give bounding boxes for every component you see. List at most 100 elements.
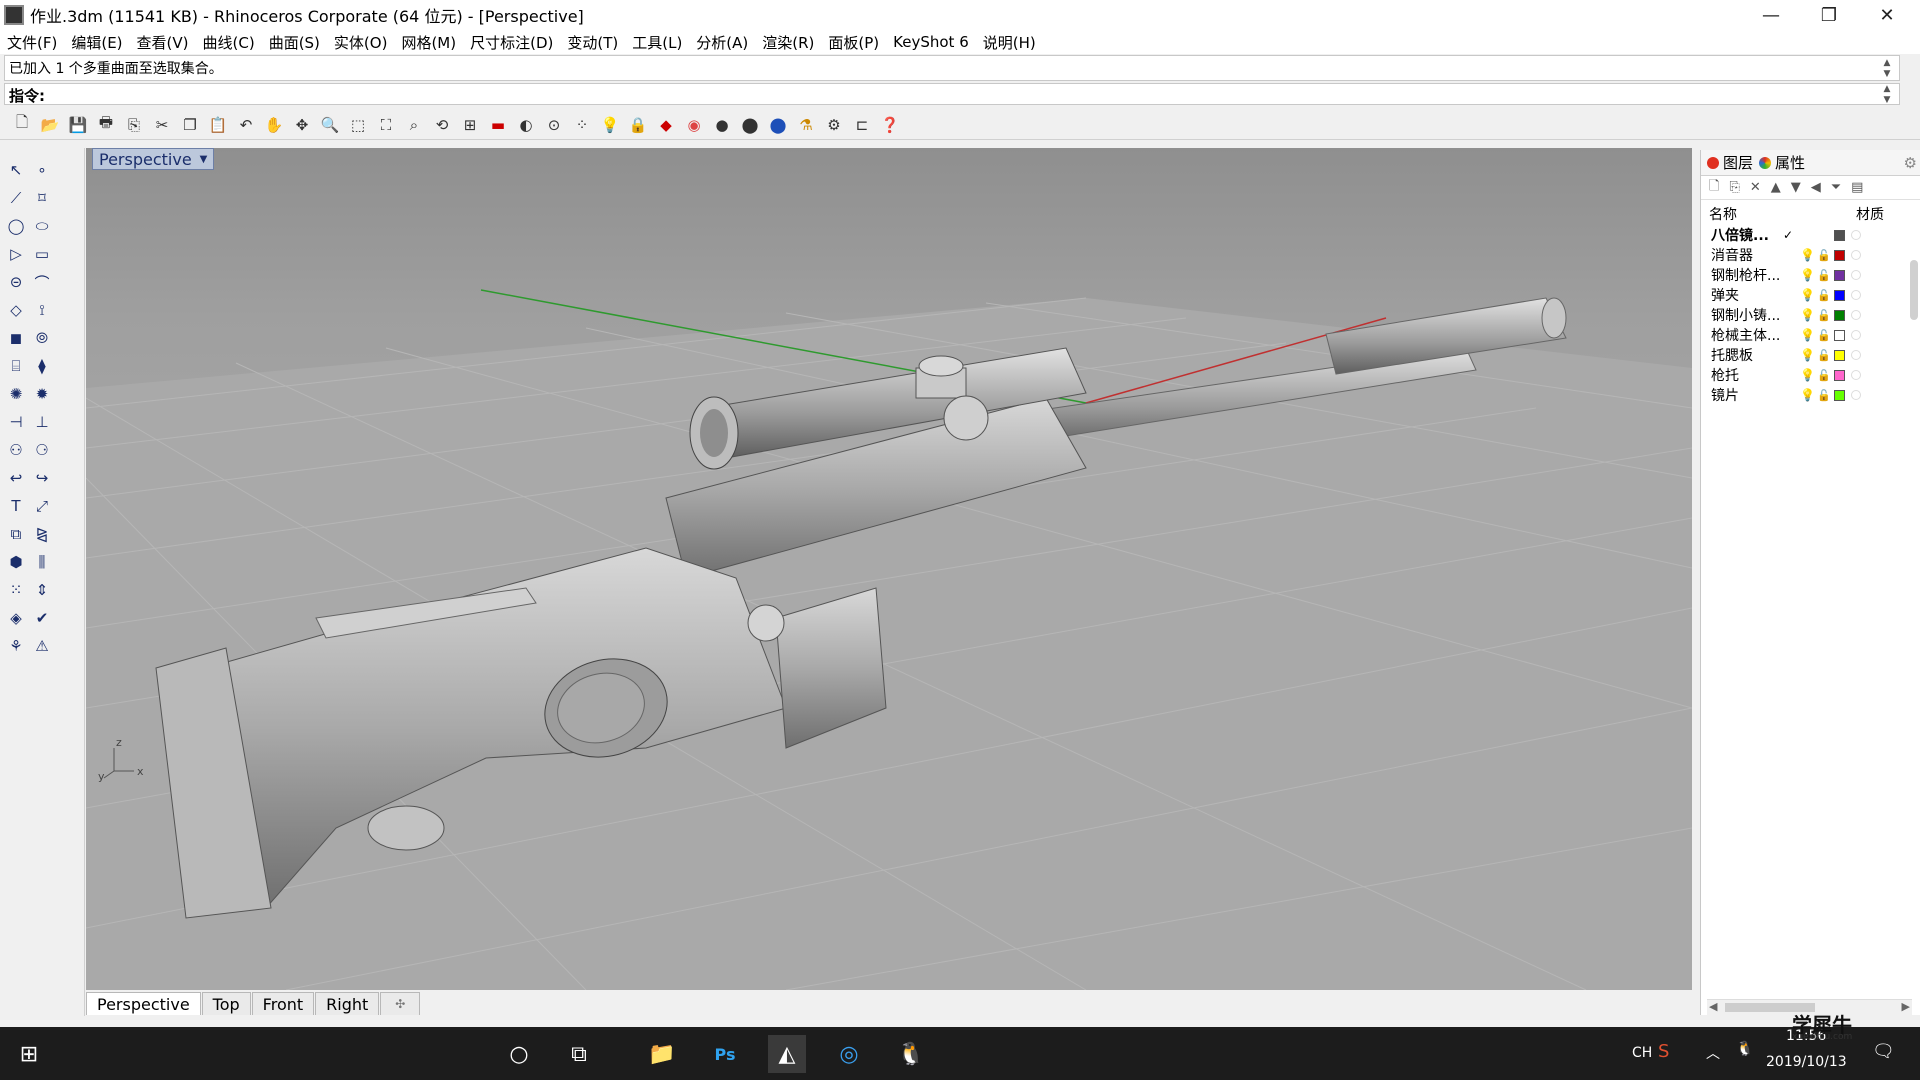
tab-front[interactable]: Front (251, 992, 315, 1015)
layer-row[interactable]: 镜片 💡 🔓 (1701, 385, 1920, 405)
four-viewports-icon[interactable]: ⊞ (458, 113, 482, 137)
add-viewport-tab-icon[interactable]: ✣ (380, 992, 421, 1015)
menu-render[interactable]: 渲染(R) (755, 32, 821, 53)
cylinder-icon[interactable]: ⌸ (4, 354, 28, 378)
filter-icon[interactable]: ⏷ (1831, 180, 1841, 195)
paste-icon[interactable]: 📋 (206, 113, 230, 137)
layer-color-swatch[interactable] (1834, 229, 1845, 241)
light-bulb-icon[interactable]: 💡 (598, 113, 622, 137)
tab-properties[interactable]: 属性 (1759, 152, 1805, 173)
layer-material-swatch[interactable] (1851, 250, 1861, 260)
extrude-surface-icon[interactable]: ⧫ (30, 354, 54, 378)
point-icon[interactable]: ∘ (30, 158, 54, 182)
ime-indicator[interactable]: CH (1632, 1045, 1652, 1061)
layer-material-swatch[interactable] (1851, 350, 1861, 360)
panel-settings-gear-icon[interactable]: ⚙ (1904, 154, 1917, 172)
explode-icon[interactable]: ✺ (4, 382, 28, 406)
named-view-icon[interactable]: ◐ (514, 113, 538, 137)
lock-icon[interactable]: 🔒 (626, 113, 650, 137)
new-sublayer-icon[interactable]: ⎘ (1729, 180, 1739, 195)
maximize-button[interactable]: ❐ (1800, 0, 1858, 30)
menu-keyshot[interactable]: KeyShot 6 (886, 33, 976, 51)
file-explorer-icon[interactable]: 📁 (643, 1035, 681, 1073)
zoom-window-icon[interactable]: ⬚ (346, 113, 370, 137)
layer-visible-bulb-icon[interactable]: 💡 (1800, 268, 1815, 282)
layer-material-swatch[interactable] (1851, 310, 1861, 320)
layer-material-swatch[interactable] (1851, 370, 1861, 380)
menu-file[interactable]: 文件(F) (0, 32, 64, 53)
browser-icon[interactable]: ◎ (830, 1035, 868, 1073)
array-icon[interactable]: ⧉ (4, 522, 28, 546)
command-line[interactable]: 指令: ▲ ▼ (4, 83, 1900, 105)
delete-layer-icon[interactable]: ✕ (1750, 180, 1761, 195)
ellipse-icon[interactable]: ⬭ (30, 214, 54, 238)
tab-right[interactable]: Right (315, 992, 380, 1015)
trim-icon[interactable]: ⊣ (4, 410, 28, 434)
tray-expand-chevron-icon[interactable]: ︿ (1706, 1043, 1720, 1063)
layer-color-swatch[interactable] (1834, 349, 1845, 361)
select-arrow-icon[interactable]: ↖ (4, 158, 28, 182)
menu-tools[interactable]: 工具(L) (625, 32, 689, 53)
layer-unlock-icon[interactable]: 🔓 (1817, 389, 1831, 402)
join-icon[interactable]: ✹ (30, 382, 54, 406)
sogou-ime-icon[interactable]: S (1658, 1041, 1669, 1062)
command-scrollbar[interactable]: ▲ ▼ (1879, 84, 1895, 106)
layer-visible-bulb-icon[interactable]: 💡 (1800, 348, 1815, 362)
layer-row[interactable]: 枪托 💡 🔓 (1701, 365, 1920, 385)
layer-material-swatch[interactable] (1851, 270, 1861, 280)
layer-row[interactable]: 消音器 💡 🔓 (1701, 245, 1920, 265)
options-gear-icon[interactable]: ⚙ (822, 113, 846, 137)
cortana-search-icon[interactable]: ○ (500, 1035, 538, 1073)
undo-view-icon[interactable]: ⟲ (430, 113, 454, 137)
layer-unlock-icon[interactable]: 🔓 (1817, 349, 1831, 362)
surface-corner-icon[interactable]: ◇ (4, 298, 28, 322)
car-icon[interactable]: ▬ (486, 113, 510, 137)
layer-color-swatch[interactable] (1834, 269, 1845, 281)
move-icon[interactable]: ⇕ (30, 578, 54, 602)
menu-mesh[interactable]: 网格(M) (394, 32, 463, 53)
contour-icon[interactable]: ⫼ (30, 550, 54, 574)
rotate-view-icon[interactable]: ✥ (290, 113, 314, 137)
photoshop-icon[interactable]: Ps (706, 1035, 744, 1073)
layer-color-swatch[interactable] (1834, 309, 1845, 321)
menu-view[interactable]: 查看(V) (130, 32, 196, 53)
layer-color-swatch[interactable] (1834, 369, 1845, 381)
color-wheel-icon[interactable]: ◉ (682, 113, 706, 137)
layer-visible-bulb-icon[interactable]: 💡 (1800, 388, 1815, 402)
viewport-menu-chevron-icon[interactable]: ▼ (200, 154, 208, 165)
tab-layers[interactable]: 图层 (1707, 152, 1753, 173)
qq-icon[interactable]: 🐧 (892, 1035, 930, 1073)
layer-visible-bulb-icon[interactable]: 💡 (1800, 288, 1815, 302)
layer-visible-bulb-icon[interactable]: 💡 (1800, 308, 1815, 322)
analyze-icon[interactable]: ◈ (4, 606, 28, 630)
grid-array-icon[interactable]: ⁙ (4, 578, 28, 602)
layer-unlock-icon[interactable]: 🔓 (1817, 309, 1831, 322)
import-icon[interactable]: ⎘ (122, 113, 146, 137)
new-layer-icon[interactable]: 🗋 (1709, 177, 1719, 199)
osnap-icon[interactable]: ⁘ (570, 113, 594, 137)
menu-help[interactable]: 说明(H) (976, 32, 1043, 53)
undo-icon[interactable]: ↶ (234, 113, 258, 137)
boolean-union-icon[interactable]: ⦾ (30, 326, 54, 350)
menu-dimension[interactable]: 尺寸标注(D) (463, 32, 560, 53)
cut-icon[interactable]: ✂ (150, 113, 174, 137)
zoom-icon[interactable]: 🔍 (318, 113, 342, 137)
curve-cv-icon[interactable]: ⌑ (30, 186, 54, 210)
layer-row[interactable]: 钢制小铸... 💡 🔓 (1701, 305, 1920, 325)
layer-color-swatch[interactable] (1834, 289, 1845, 301)
layer-material-swatch[interactable] (1851, 330, 1861, 340)
layer-color-swatch[interactable] (1834, 249, 1845, 261)
minimize-button[interactable]: — (1742, 0, 1800, 30)
layer-unlock-icon[interactable]: 🔓 (1817, 329, 1831, 342)
layer-unlock-icon[interactable]: 🔓 (1817, 369, 1831, 382)
fillet-edge-icon[interactable]: ↩ (4, 466, 28, 490)
help-icon[interactable]: ❓ (878, 113, 902, 137)
menu-edit[interactable]: 编辑(E) (64, 32, 129, 53)
split-icon[interactable]: ⊥ (30, 410, 54, 434)
mirror-icon[interactable]: ⧎ (30, 522, 54, 546)
check-icon[interactable]: ✔ (30, 606, 54, 630)
layer-unlock-icon[interactable]: 🔓 (1817, 289, 1831, 302)
tab-top[interactable]: Top (201, 992, 251, 1015)
layer-visible-bulb-icon[interactable]: 💡 (1800, 248, 1815, 262)
polygon-icon[interactable]: ▷ (4, 242, 28, 266)
